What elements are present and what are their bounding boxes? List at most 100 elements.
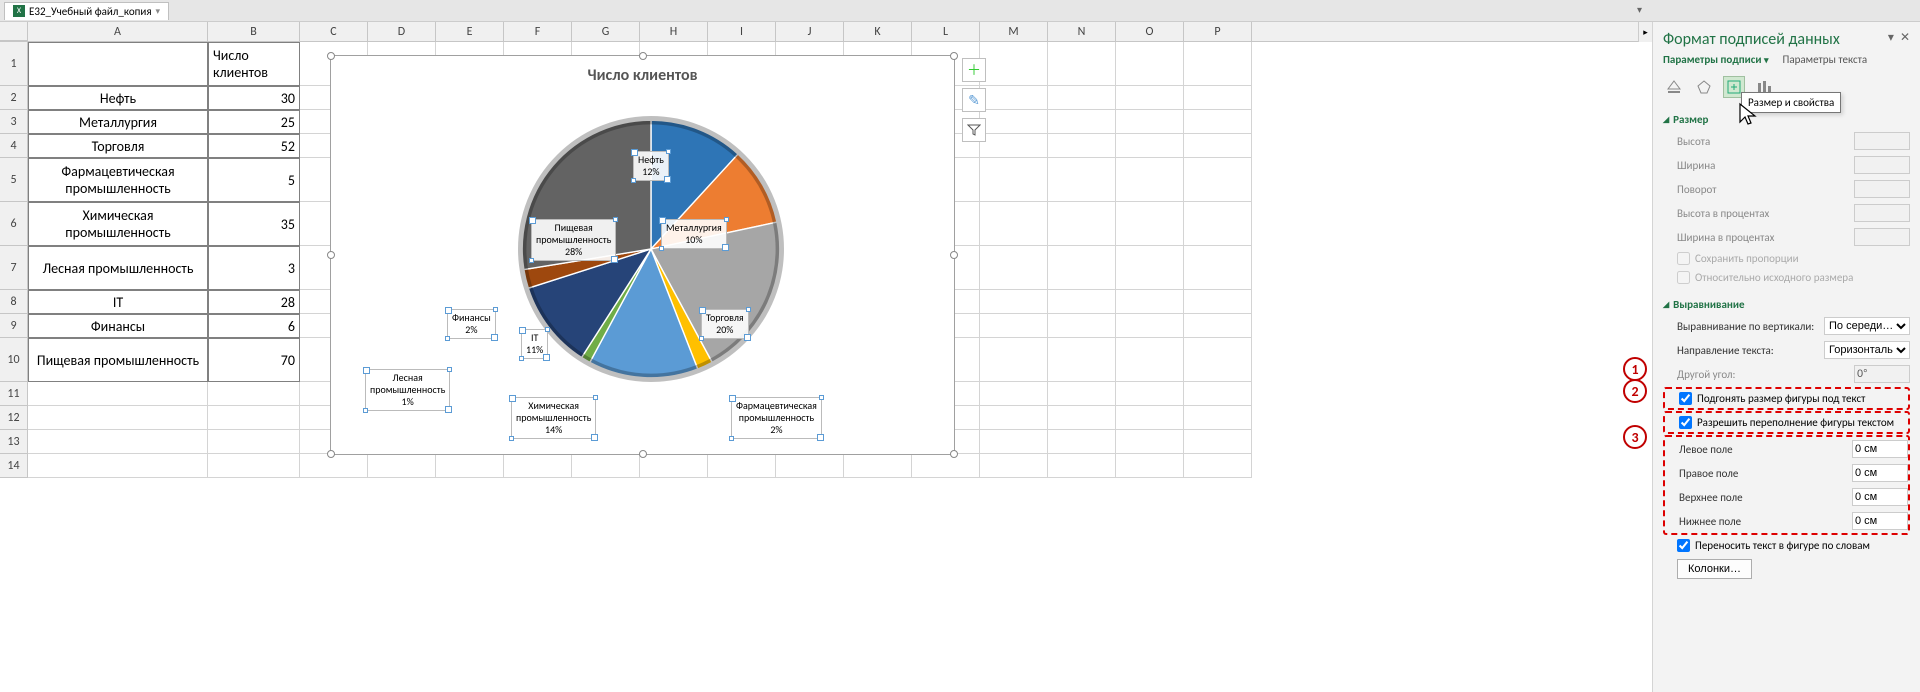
cell[interactable] — [368, 454, 436, 478]
chart-title[interactable]: Число клиентов — [331, 56, 954, 89]
cell[interactable] — [980, 246, 1048, 290]
cell[interactable] — [1048, 134, 1116, 158]
cell[interactable]: 5 — [208, 158, 300, 202]
cell[interactable] — [1116, 290, 1184, 314]
cell[interactable] — [1184, 86, 1252, 110]
cell[interactable] — [1184, 406, 1252, 430]
cell[interactable] — [640, 454, 708, 478]
cell[interactable] — [708, 454, 776, 478]
section-alignment[interactable]: ◢Выравнивание — [1663, 295, 1910, 314]
scroll-right-arrow[interactable]: ▸ — [1638, 22, 1652, 42]
cell[interactable]: Число клиентов — [208, 42, 300, 86]
row-header[interactable]: 14 — [0, 454, 28, 478]
cell[interactable] — [980, 406, 1048, 430]
columns-button[interactable]: Колонки… — [1677, 559, 1752, 579]
cell[interactable] — [1184, 158, 1252, 202]
cell[interactable] — [28, 42, 208, 86]
cell[interactable] — [1184, 314, 1252, 338]
cell[interactable] — [844, 454, 912, 478]
cell[interactable] — [436, 454, 504, 478]
chart-object[interactable]: Число клиентов Нефть 12% Металлургия 10% Т… — [330, 55, 955, 455]
row-header[interactable]: 9 — [0, 314, 28, 338]
cell[interactable] — [1116, 382, 1184, 406]
cell[interactable] — [1116, 454, 1184, 478]
panel-dropdown-icon[interactable]: ▾ — [1888, 30, 1894, 45]
cell[interactable]: 6 — [208, 314, 300, 338]
cell[interactable] — [980, 314, 1048, 338]
col-header-O[interactable]: O — [1116, 22, 1184, 41]
cell[interactable] — [1048, 290, 1116, 314]
data-label[interactable]: Финансы 2% — [447, 309, 496, 339]
cell[interactable] — [28, 430, 208, 454]
col-header-E[interactable]: E — [436, 22, 504, 41]
col-header-B[interactable]: B — [208, 22, 300, 41]
cell[interactable] — [1116, 202, 1184, 246]
cell[interactable] — [912, 454, 980, 478]
data-label[interactable]: Нефть 12% — [633, 151, 669, 181]
cell[interactable] — [208, 454, 300, 478]
select-valign[interactable]: По середи… — [1824, 317, 1910, 335]
row-header[interactable]: 5 — [0, 158, 28, 202]
cell[interactable] — [28, 454, 208, 478]
cell[interactable] — [28, 382, 208, 406]
cell[interactable]: 52 — [208, 134, 300, 158]
data-label[interactable]: Химическая промышленность 14% — [511, 397, 596, 439]
input-margin-right[interactable] — [1852, 464, 1908, 482]
data-label[interactable]: IT 11% — [521, 329, 548, 359]
cell[interactable]: Лесная промышленность — [28, 246, 208, 290]
chk-autofit-shape[interactable] — [1679, 392, 1692, 405]
cell[interactable]: Металлургия — [28, 110, 208, 134]
cell[interactable] — [1048, 158, 1116, 202]
chk-allow-overflow[interactable] — [1679, 416, 1692, 429]
cell[interactable]: 35 — [208, 202, 300, 246]
cell[interactable] — [572, 454, 640, 478]
col-header-K[interactable]: K — [844, 22, 912, 41]
data-label[interactable]: Пищевая промышленность 28% — [531, 219, 616, 261]
col-header-F[interactable]: F — [504, 22, 572, 41]
cell[interactable] — [208, 406, 300, 430]
cell[interactable]: 70 — [208, 338, 300, 382]
cell[interactable] — [1048, 382, 1116, 406]
col-header-P[interactable]: P — [1184, 22, 1252, 41]
col-header-G[interactable]: G — [572, 22, 640, 41]
cell[interactable]: 25 — [208, 110, 300, 134]
cell[interactable] — [980, 290, 1048, 314]
cell[interactable] — [1048, 86, 1116, 110]
input-margin-bottom[interactable] — [1852, 512, 1908, 530]
cell[interactable]: Нефть — [28, 86, 208, 110]
input-margin-top[interactable] — [1852, 488, 1908, 506]
row-header[interactable]: 2 — [0, 86, 28, 110]
cell[interactable] — [1116, 246, 1184, 290]
row-header[interactable]: 10 — [0, 338, 28, 382]
cell[interactable]: 28 — [208, 290, 300, 314]
cell[interactable] — [208, 430, 300, 454]
cell[interactable] — [776, 454, 844, 478]
row-header[interactable]: 8 — [0, 290, 28, 314]
col-header-I[interactable]: I — [708, 22, 776, 41]
data-label[interactable]: Торговля 20% — [701, 309, 749, 339]
data-label[interactable]: Металлургия 10% — [661, 219, 727, 249]
tab-text-options[interactable]: Параметры текста — [1783, 53, 1868, 66]
fill-line-icon[interactable] — [1663, 76, 1685, 98]
cell[interactable] — [1184, 290, 1252, 314]
row-header[interactable]: 7 — [0, 246, 28, 290]
chart-filter-button[interactable] — [962, 118, 986, 142]
cell[interactable] — [1184, 134, 1252, 158]
effects-icon[interactable] — [1693, 76, 1715, 98]
cell[interactable]: Химическая промышленность — [28, 202, 208, 246]
col-header-D[interactable]: D — [368, 22, 436, 41]
cell[interactable] — [980, 338, 1048, 382]
cell[interactable] — [980, 202, 1048, 246]
cell[interactable] — [1184, 430, 1252, 454]
cell[interactable] — [300, 454, 368, 478]
cell[interactable] — [1048, 338, 1116, 382]
cell[interactable] — [1048, 314, 1116, 338]
cell[interactable] — [1048, 406, 1116, 430]
cell[interactable]: Финансы — [28, 314, 208, 338]
chart-elements-button[interactable]: ＋ — [962, 58, 986, 82]
cell[interactable] — [1184, 202, 1252, 246]
cell[interactable] — [1116, 42, 1184, 86]
cell[interactable] — [980, 134, 1048, 158]
select-text-dir[interactable]: Горизонтально — [1824, 341, 1910, 359]
row-header[interactable]: 6 — [0, 202, 28, 246]
